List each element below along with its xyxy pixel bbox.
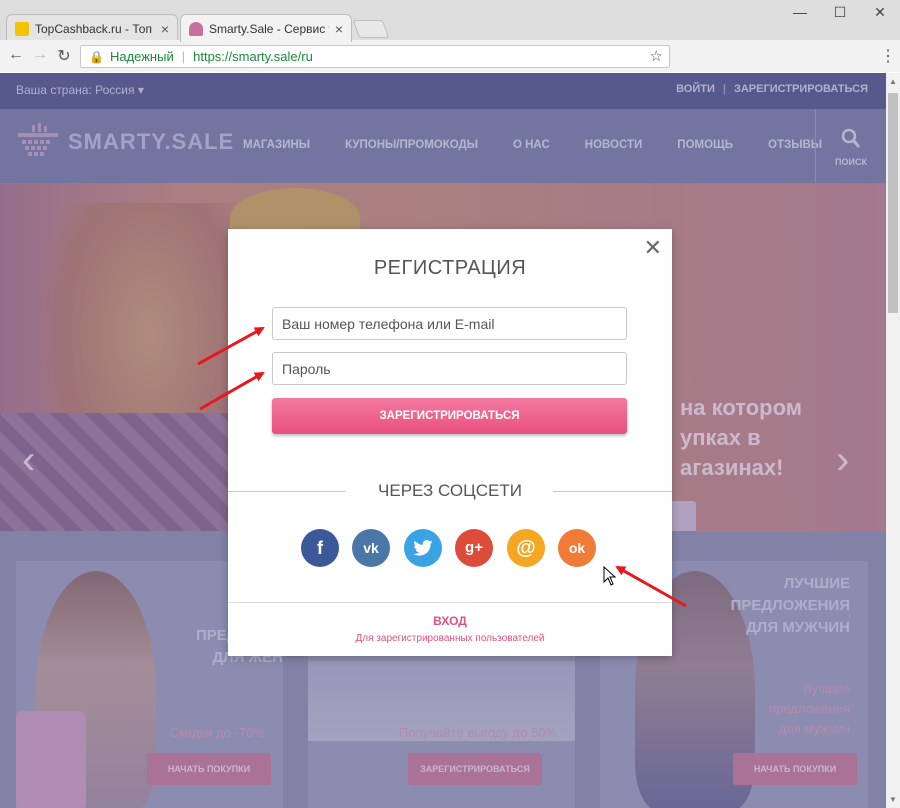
back-icon[interactable]: ← [6, 46, 26, 64]
browser-menu-icon[interactable]: ⋮ [880, 46, 896, 66]
scroll-down-icon[interactable]: ▼ [889, 795, 897, 804]
password-input[interactable] [272, 352, 627, 385]
bookmark-star-icon[interactable]: ☆ [650, 47, 663, 65]
mail-ru-icon[interactable]: @ [507, 529, 545, 567]
smarty-favicon-icon [189, 21, 203, 36]
twitter-bird-shape [413, 540, 433, 556]
odnoklassniki-icon[interactable]: ok [558, 529, 596, 567]
secure-label: Надежный [109, 49, 174, 64]
address-bar[interactable]: 🔒 Надежный | https://smarty.sale/ru ☆ [80, 45, 670, 68]
google-plus-icon[interactable]: g+ [455, 529, 493, 567]
url-text[interactable]: https://smarty.sale/ru [193, 49, 313, 64]
facebook-icon[interactable]: f [301, 529, 339, 567]
tab-strip: TopCashback.ru - Топ лу × Smarty.Sale - … [0, 0, 900, 42]
scroll-up-icon[interactable]: ▲ [889, 77, 897, 86]
close-tab-icon[interactable]: × [161, 21, 169, 37]
modal-footer-divider [228, 602, 672, 603]
modal-title: РЕГИСТРАЦИЯ [373, 257, 527, 279]
vkontakte-icon[interactable]: vk [352, 529, 390, 567]
phone-email-input[interactable] [272, 307, 627, 340]
social-title: ЧЕРЕЗ СОЦСЕТИ [378, 481, 522, 500]
new-tab-button[interactable] [352, 20, 390, 38]
tab-smarty-sale[interactable]: Smarty.Sale - Сервис ум × [180, 14, 352, 42]
secure-lock-icon: 🔒 [89, 49, 104, 64]
lock-favicon-icon [15, 21, 29, 36]
page-scrollbar[interactable]: ▲ ▼ [886, 73, 900, 808]
browser-toolbar: ← → ↻ 🔒 Надежный | https://smarty.sale/r… [0, 40, 900, 72]
tab-topcashback[interactable]: TopCashback.ru - Топ лу × [6, 14, 178, 42]
registration-modal: ✕ РЕГИСТРАЦИЯ ЗАРЕГИСТРИРОВАТЬСЯ ЧЕРЕЗ С… [228, 229, 672, 656]
minimize-icon[interactable]: — [785, 4, 815, 20]
close-window-icon[interactable]: ✕ [865, 4, 895, 21]
scrollbar-thumb[interactable] [888, 93, 898, 313]
login-subtitle: Для зарегистрированных пользователей [355, 633, 545, 644]
register-button[interactable]: ЗАРЕГИСТРИРОВАТЬСЯ [272, 398, 627, 434]
login-link[interactable]: ВХОД [228, 614, 672, 628]
browser-chrome: TopCashback.ru - Топ лу × Smarty.Sale - … [0, 0, 900, 72]
forward-icon[interactable]: → [30, 46, 50, 64]
reload-icon[interactable]: ↻ [54, 46, 74, 66]
tab-title: Smarty.Sale - Сервис ум [209, 21, 329, 36]
mouse-cursor-icon [603, 566, 617, 586]
twitter-icon[interactable] [404, 529, 442, 567]
omnibox-separator: | [181, 49, 186, 64]
maximize-icon[interactable]: ☐ [825, 4, 855, 21]
close-tab-icon[interactable]: × [335, 21, 343, 37]
tab-title: TopCashback.ru - Топ лу [35, 21, 155, 36]
